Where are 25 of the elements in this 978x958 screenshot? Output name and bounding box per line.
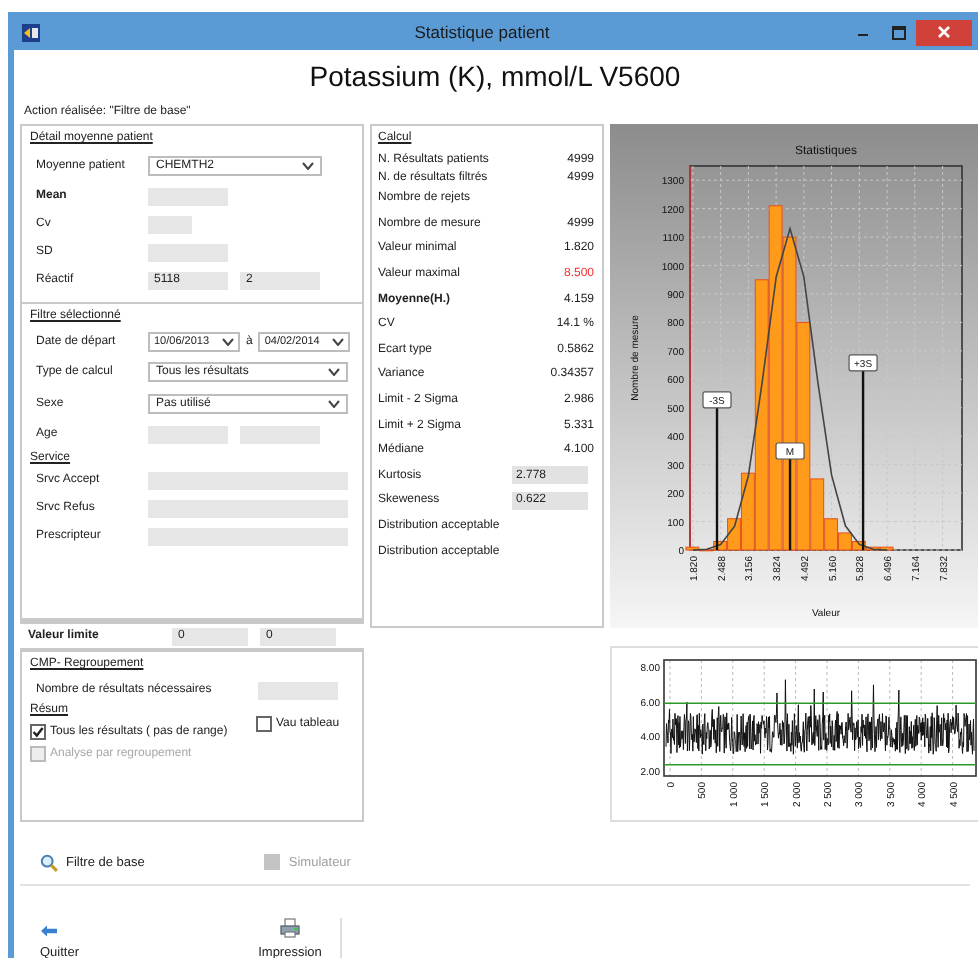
caret-icon bbox=[222, 338, 234, 346]
input-field[interactable] bbox=[148, 243, 228, 261]
window-title: Statistique patient bbox=[412, 22, 552, 42]
input-field[interactable] bbox=[148, 527, 348, 545]
close-button[interactable] bbox=[916, 19, 972, 45]
marker-line bbox=[775, 442, 805, 550]
input-field[interactable] bbox=[148, 215, 192, 233]
checkbox[interactable] bbox=[256, 716, 272, 732]
app-icon bbox=[22, 23, 40, 41]
input-field[interactable] bbox=[148, 187, 228, 205]
input-field[interactable] bbox=[258, 681, 338, 699]
caret-icon bbox=[332, 338, 345, 346]
close-icon bbox=[938, 26, 950, 38]
caret-icon bbox=[302, 162, 314, 170]
input-field[interactable] bbox=[240, 425, 320, 443]
arrow-icon bbox=[40, 924, 58, 938]
checkbox[interactable] bbox=[30, 724, 46, 740]
caret-icon bbox=[328, 400, 340, 408]
page-heading: Potassium (K), mmol/L V5600 bbox=[307, 58, 683, 96]
input-field[interactable] bbox=[148, 471, 348, 489]
caret-icon bbox=[328, 368, 340, 376]
input-field[interactable] bbox=[148, 425, 228, 443]
input-field[interactable] bbox=[148, 499, 348, 517]
search-icon bbox=[40, 853, 58, 871]
printer-icon bbox=[280, 918, 300, 938]
